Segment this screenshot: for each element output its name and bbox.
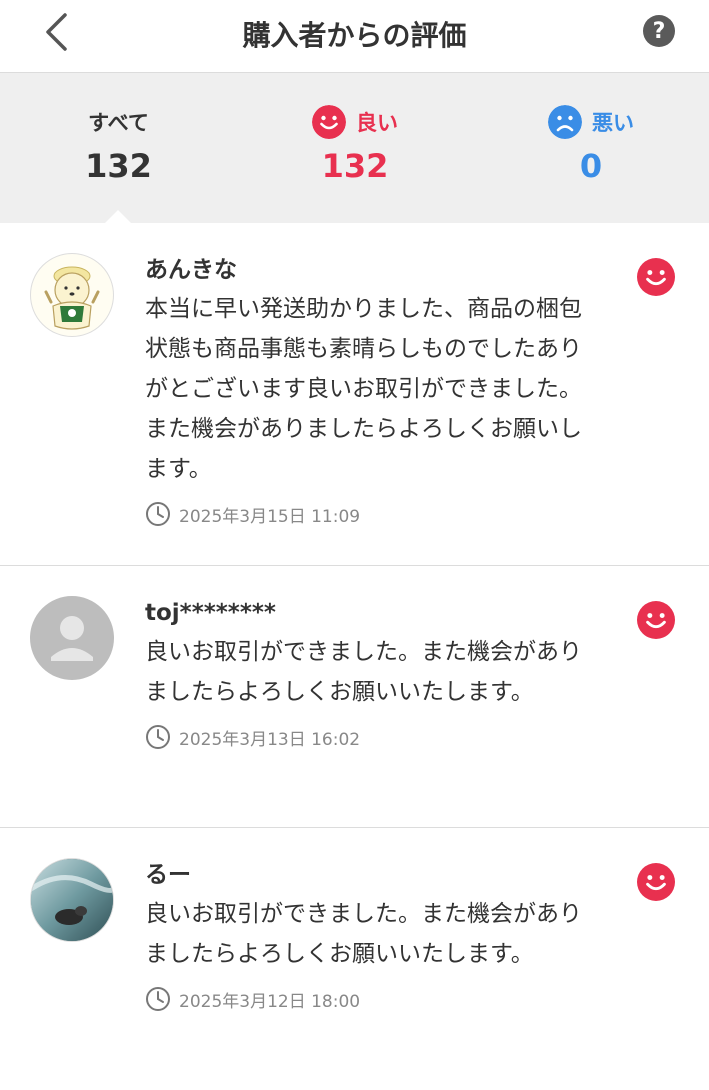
clock-icon xyxy=(146,502,170,526)
tab-bad-count: 0 xyxy=(579,147,603,185)
page-title: 購入者からの評価 xyxy=(242,19,467,52)
default-person-avatar xyxy=(51,616,93,661)
bear-illustration-avatar xyxy=(44,266,100,330)
reviewer-name[interactable]: toj******** xyxy=(145,598,599,628)
review-list: あんきな 本当に早い発送助かりました、商品の梱包状態も商品事態も素晴らしものでし… xyxy=(0,223,709,1090)
review-item: toj******** 良いお取引ができました。また機会がありましたらよろしくお… xyxy=(0,566,709,828)
avatar[interactable] xyxy=(30,596,114,680)
review-date-text: 2025年3月15日 11:09 xyxy=(179,506,361,527)
smile-face-icon xyxy=(637,258,675,296)
tab-good-label: 良い xyxy=(356,111,398,135)
tab-all-count: 132 xyxy=(85,147,152,185)
review-date-text: 2025年3月13日 16:02 xyxy=(179,729,361,750)
avatar[interactable] xyxy=(30,253,114,337)
review-item: るー 良いお取引ができました。また機会がありましたらよろしくお願いいたします。 … xyxy=(0,828,709,1090)
review-date: 2025年3月15日 11:09 xyxy=(145,501,599,527)
rating-filter-tabs: すべて 132 良い 132 悪い 0 xyxy=(0,73,709,223)
tab-all[interactable]: すべて 132 xyxy=(0,73,237,223)
smile-face-icon xyxy=(637,601,675,639)
tab-bad[interactable]: 悪い 0 xyxy=(473,73,709,223)
sad-face-icon xyxy=(548,105,582,139)
smile-face-icon xyxy=(637,863,675,901)
clock-icon xyxy=(146,725,170,749)
reviewer-name[interactable]: あんきな xyxy=(145,255,599,285)
review-date-text: 2025年3月12日 18:00 xyxy=(179,991,361,1012)
avatar[interactable] xyxy=(30,858,114,942)
review-comment: 良いお取引ができました。また機会がありましたらよろしくお願いいたします。 xyxy=(145,901,582,967)
review-comment: 本当に早い発送助かりました、商品の梱包状態も商品事態も素晴らしものでしたありがと… xyxy=(145,296,582,482)
tab-all-label: すべて xyxy=(88,111,149,135)
review-date: 2025年3月12日 18:00 xyxy=(145,986,599,1012)
review-item: あんきな 本当に早い発送助かりました、商品の梱包状態も商品事態も素晴らしものでし… xyxy=(0,223,709,566)
smile-face-icon xyxy=(312,105,346,139)
reviewer-name[interactable]: るー xyxy=(145,860,599,890)
tab-bad-label: 悪い xyxy=(592,111,634,135)
selected-tab-indicator xyxy=(105,210,131,223)
help-button[interactable]: ? xyxy=(643,15,675,47)
question-icon: ? xyxy=(652,18,666,44)
tab-good[interactable]: 良い 132 xyxy=(237,73,473,223)
photo-avatar xyxy=(31,859,113,941)
tab-good-count: 132 xyxy=(321,147,389,185)
review-comment: 良いお取引ができました。また機会がありましたらよろしくお願いいたします。 xyxy=(145,639,582,705)
review-date: 2025年3月13日 16:02 xyxy=(145,724,599,750)
clock-icon xyxy=(146,987,170,1011)
top-bar: 購入者からの評価 ? xyxy=(0,0,709,73)
